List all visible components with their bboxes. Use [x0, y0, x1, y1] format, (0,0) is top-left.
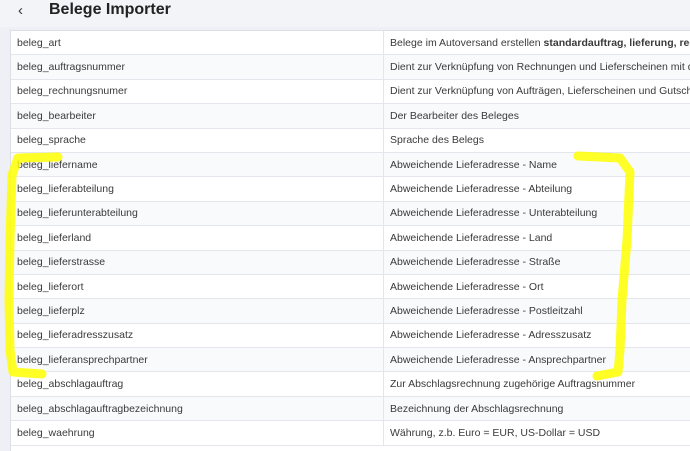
description-text: Dient zur Verknüpfung von Rechnungen und… — [390, 61, 690, 73]
field-description-cell: Dient zur Verknüpfung von Aufträgen, Lie… — [384, 79, 690, 103]
description-text: Währung, z.b. Euro = EUR, US-Dollar = US… — [390, 427, 600, 439]
table-row: beleg_lieferort Abweichende Lieferadresse… — [11, 274, 690, 298]
field-name-cell: beleg_lieferadresszusatz — [11, 323, 384, 347]
description-text: Abweichende Lieferadresse - Straße — [390, 256, 560, 268]
description-text: Abweichende Lieferadresse - Abteilung — [390, 183, 572, 195]
table-row: beleg_waehrung Währung, z.b. Euro = EUR, … — [11, 421, 690, 445]
table-row: beleg_artBelege im Autoversand erstellen… — [11, 31, 690, 55]
description-text: Abweichende Lieferadresse - Land — [390, 232, 552, 244]
field-name-cell: beleg_waehrung — [11, 421, 384, 445]
table-row: beleg_auftragsnummer Dient zur Verknüpfun… — [11, 55, 690, 79]
field-name-cell: beleg_lieferstrasse — [11, 250, 384, 274]
field-description-cell: Abweichende Lieferadresse - Ort — [384, 274, 690, 298]
page-title: Belege Importer — [49, 1, 171, 19]
field-description-cell: Abweichende Lieferadresse - Abteilung — [384, 177, 690, 201]
table-row: beleg_lieferunterabteilung Abweichende Li… — [11, 201, 690, 225]
description-bold-text: standardauftrag, lieferung, rechnu — [544, 37, 690, 49]
field-name-cell: beleg_lieferunterabteilung — [11, 201, 384, 225]
description-text: Abweichende Lieferadresse - Unterabteilu… — [390, 207, 597, 219]
field-name-cell: beleg_lieferland — [11, 226, 384, 250]
field-description-cell: Abweichende Lieferadresse - Unterabteilu… — [384, 201, 690, 225]
description-text: Sprache des Belegs — [390, 134, 484, 146]
table-row: beleg_lieferstrasse Abweichende Lieferadr… — [11, 250, 690, 274]
description-text: Abweichende Lieferadresse - Ansprechpart… — [390, 354, 606, 366]
field-name-cell: beleg_lieferplz — [11, 299, 384, 323]
field-name-cell: beleg_sprache — [11, 128, 384, 152]
table-row: beleg_sprache Sprache des Belegs — [11, 128, 690, 152]
table-row: beleg_abschlagauftrag Zur Abschlagsrechnu… — [11, 372, 690, 396]
field-description-cell: Abweichende Lieferadresse - Adresszusatz — [384, 323, 690, 347]
table-row: beleg_lieferabteilung Abweichende Liefera… — [11, 177, 690, 201]
chevron-left-icon[interactable]: ‹ — [18, 3, 32, 19]
field-description-cell: Der Bearbeiter des Beleges — [384, 104, 690, 128]
table-row: beleg_abschlagauftragbezeichnung Bezeichn… — [11, 396, 690, 420]
field-description-cell: Abweichende Lieferadresse - Name — [384, 152, 690, 176]
field-description-cell: Dient zur Verknüpfung von Rechnungen und… — [384, 55, 690, 79]
table-row: beleg_bearbeiter Der Bearbeiter des Beleg… — [11, 104, 690, 128]
field-name-cell: beleg_auftragsnummer — [11, 55, 384, 79]
field-description-cell: Abweichende Lieferadresse - Land — [384, 226, 690, 250]
field-name-cell: beleg_bearbeiter — [11, 104, 384, 128]
field-description-cell: Abweichende Lieferadresse - Postleitzahl — [384, 299, 690, 323]
description-text: Belege im Autoversand erstellen — [390, 37, 544, 49]
description-text: Bezeichnung der Abschlagsrechnung — [390, 403, 563, 415]
field-description-cell: Abweichende Lieferadresse - Ansprechpart… — [384, 348, 690, 372]
field-name-cell: beleg_art — [11, 31, 384, 55]
field-table: beleg_artBelege im Autoversand erstellen… — [10, 30, 690, 451]
description-text: Abweichende Lieferadresse - Name — [390, 159, 557, 171]
description-text: Der Bearbeiter des Beleges — [390, 110, 519, 122]
description-text: Dient zur Verknüpfung von Aufträgen, Lie… — [390, 85, 690, 97]
field-table-body: beleg_artBelege im Autoversand erstellen… — [11, 31, 690, 445]
field-description-cell: Währung, z.b. Euro = EUR, US-Dollar = US… — [384, 421, 690, 445]
table-row: beleg_lieferplz Abweichende Lieferadresse… — [11, 299, 690, 323]
field-description-cell: Abweichende Lieferadresse - Straße — [384, 250, 690, 274]
field-name-cell: beleg_abschlagauftrag — [11, 372, 384, 396]
table-row: beleg_lieferansprechpartner Abweichende L… — [11, 348, 690, 372]
field-name-cell: beleg_rechnungsnumer — [11, 79, 384, 103]
field-name-cell: beleg_lieferabteilung — [11, 177, 384, 201]
table-row: beleg_lieferadresszusatz Abweichende Lief… — [11, 323, 690, 347]
table-row: beleg_rechnungsnumer Dient zur Verknüpfun… — [11, 79, 690, 103]
table-row: beleg_liefername Abweichende Lieferadress… — [11, 152, 690, 176]
description-text: Zur Abschlagsrechnung zugehörige Auftrag… — [390, 378, 635, 390]
page-header: ‹ Belege Importer — [0, 0, 690, 27]
field-name-cell: beleg_lieferansprechpartner — [11, 348, 384, 372]
table-row: beleg_lieferland Abweichende Lieferadress… — [11, 226, 690, 250]
field-name-cell: beleg_abschlagauftragbezeichnung — [11, 396, 384, 420]
description-text: Abweichende Lieferadresse - Postleitzahl — [390, 305, 583, 317]
description-text: Abweichende Lieferadresse - Adresszusatz — [390, 329, 591, 341]
field-name-cell: beleg_liefername — [11, 152, 384, 176]
field-name-cell: beleg_lieferort — [11, 274, 384, 298]
field-description-cell: Bezeichnung der Abschlagsrechnung — [384, 396, 690, 420]
field-description-cell: Belege im Autoversand erstellen standard… — [384, 31, 690, 55]
field-description-cell: Sprache des Belegs — [384, 128, 690, 152]
description-text: Abweichende Lieferadresse - Ort — [390, 281, 544, 293]
field-description-cell: Zur Abschlagsrechnung zugehörige Auftrag… — [384, 372, 690, 396]
